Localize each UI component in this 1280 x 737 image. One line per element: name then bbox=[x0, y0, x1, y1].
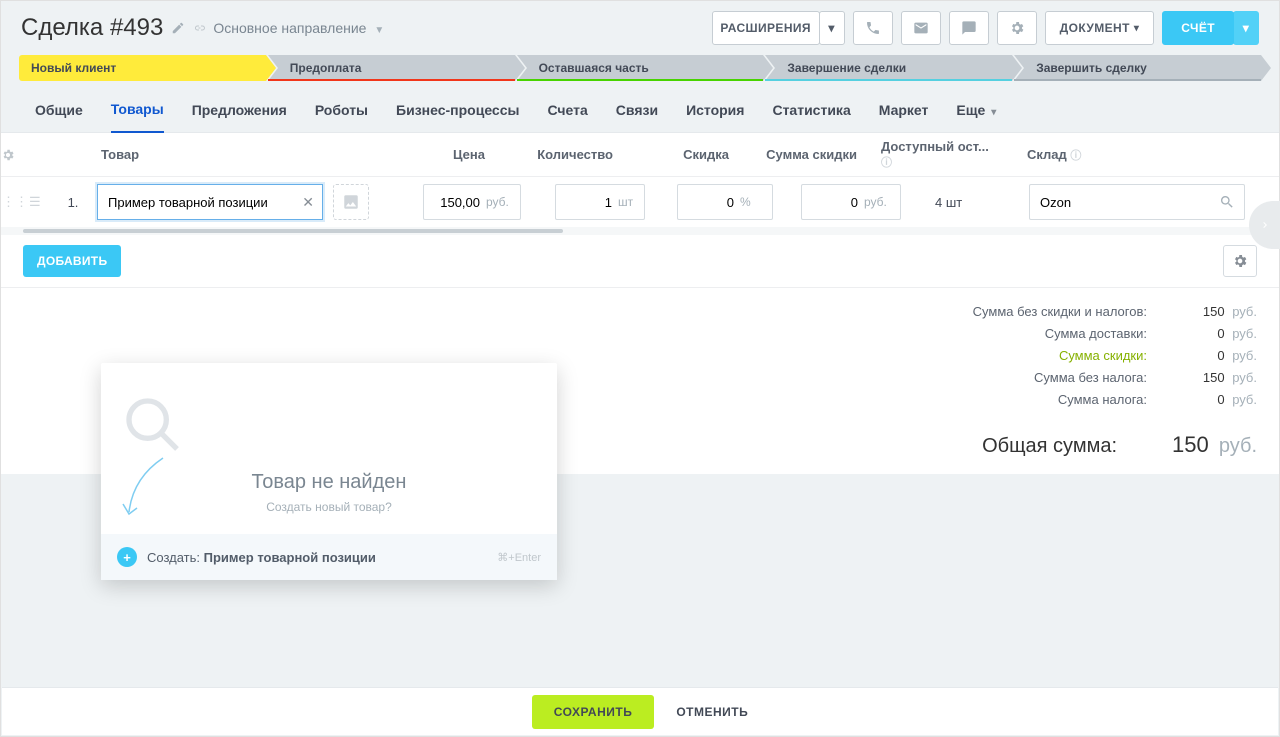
edit-title-icon[interactable] bbox=[171, 21, 185, 35]
chevron-down-icon: ▼ bbox=[374, 25, 384, 36]
document-button[interactable]: ДОКУМЕНТ ▾ bbox=[1045, 11, 1155, 45]
extensions-dropdown[interactable]: ▾ bbox=[819, 11, 845, 45]
th-store: Склад ⓘ bbox=[999, 147, 1217, 163]
th-avail: Доступный ост... ⓘ bbox=[881, 139, 999, 170]
th-price: Цена bbox=[365, 147, 513, 162]
search-icon[interactable] bbox=[1219, 194, 1235, 210]
tab[interactable]: Счета bbox=[547, 102, 587, 132]
drag-handle-icon[interactable]: ⋮⋮ bbox=[1, 194, 29, 210]
discount-sum-input[interactable] bbox=[802, 195, 862, 210]
discount-input-wrapper: % bbox=[677, 184, 773, 220]
tab[interactable]: История bbox=[686, 102, 744, 132]
tab[interactable]: Товары bbox=[111, 101, 164, 133]
tab[interactable]: Связи bbox=[616, 102, 658, 132]
chevron-down-icon: ▾ bbox=[991, 107, 996, 118]
save-button[interactable]: СОХРАНИТЬ bbox=[532, 695, 655, 729]
create-prompt: Создать новый товар? bbox=[121, 500, 537, 514]
discount-sum-input-wrapper: руб. bbox=[801, 184, 901, 220]
tab[interactable]: Маркет bbox=[879, 102, 929, 132]
table-settings-icon[interactable] bbox=[1223, 245, 1257, 277]
column-gear[interactable] bbox=[1, 148, 49, 162]
info-icon: ⓘ bbox=[881, 157, 892, 169]
create-label: Создать: bbox=[147, 550, 200, 565]
invoice-button[interactable]: СЧЁТ bbox=[1162, 11, 1234, 45]
discount-sum-currency: руб. bbox=[862, 195, 895, 209]
horizontal-scrollbar[interactable] bbox=[1, 227, 1279, 235]
page-title: Сделка #493 bbox=[21, 14, 163, 42]
product-input-wrapper: ✕ bbox=[97, 184, 323, 220]
cancel-button[interactable]: ОТМЕНИТЬ bbox=[676, 705, 748, 719]
grand-total-label: Общая сумма: bbox=[982, 435, 1117, 458]
table-header: Товар Цена Количество Скидка Сумма скидк… bbox=[1, 133, 1279, 177]
footer: СОХРАНИТЬ ОТМЕНИТЬ bbox=[2, 687, 1278, 735]
call-icon[interactable] bbox=[853, 11, 893, 45]
tab[interactable]: Общие bbox=[35, 102, 83, 132]
row-number: 1. bbox=[49, 195, 97, 210]
clear-icon[interactable]: ✕ bbox=[302, 194, 314, 211]
product-search-dropdown: Товар не найден Создать новый товар? + С… bbox=[101, 363, 557, 580]
info-icon: ⓘ bbox=[1070, 150, 1081, 162]
stages: Новый клиентПредоплатаОставшаяся частьЗа… bbox=[1, 55, 1279, 89]
content: Товар Цена Количество Скидка Сумма скидк… bbox=[1, 133, 1279, 474]
store-input-wrapper bbox=[1029, 184, 1245, 220]
qty-input[interactable] bbox=[556, 195, 616, 210]
table-row: ⋮⋮ ☰ 1. ✕ руб. шт % руб. 4 шт bbox=[1, 177, 1279, 227]
title-prefix: Сделка bbox=[21, 14, 103, 41]
tab-more[interactable]: Еще ▾ bbox=[956, 102, 996, 132]
add-row: ДОБАВИТЬ bbox=[1, 235, 1279, 287]
discount-input[interactable] bbox=[678, 195, 738, 210]
image-placeholder[interactable] bbox=[333, 184, 369, 220]
mail-icon[interactable] bbox=[901, 11, 941, 45]
th-discount-sum: Сумма скидки bbox=[751, 147, 881, 162]
list-icon[interactable]: ☰ bbox=[29, 194, 49, 210]
not-found-title: Товар не найден bbox=[121, 471, 537, 494]
store-input[interactable] bbox=[1040, 195, 1214, 210]
product-input[interactable] bbox=[108, 195, 292, 210]
qty-input-wrapper: шт bbox=[555, 184, 645, 220]
tab[interactable]: Предложения bbox=[192, 102, 287, 132]
tab[interactable]: Бизнес-процессы bbox=[396, 102, 519, 132]
stage[interactable]: Завершить сделку bbox=[1014, 55, 1261, 81]
create-name: Пример товарной позиции bbox=[204, 550, 376, 565]
th-product: Товар bbox=[97, 147, 365, 162]
price-currency: руб. bbox=[484, 195, 517, 209]
header-actions: РАСШИРЕНИЯ ▾ ДОКУМЕНТ ▾ СЧЁТ ▾ bbox=[712, 11, 1259, 45]
plus-icon: + bbox=[117, 547, 137, 567]
stage[interactable]: Оставшаяся часть bbox=[517, 55, 764, 81]
shortcut-hint: ⌘+Enter bbox=[497, 551, 541, 564]
header: Сделка #493 Основное направление ▼ РАСШИ… bbox=[1, 1, 1279, 55]
tabs: Общие Товары Предложения Роботы Бизнес-проце… bbox=[1, 89, 1279, 133]
totals-row: Сумма без скидки и налогов:150 руб. bbox=[23, 304, 1257, 326]
invoice-dropdown[interactable]: ▾ bbox=[1233, 11, 1259, 45]
th-qty: Количество bbox=[513, 147, 631, 162]
price-input[interactable] bbox=[424, 195, 484, 210]
totals-row: Сумма доставки:0 руб. bbox=[23, 326, 1257, 348]
chat-icon[interactable] bbox=[949, 11, 989, 45]
search-large-icon bbox=[121, 393, 537, 457]
breadcrumb[interactable]: Основное направление ▼ bbox=[213, 20, 384, 36]
stage[interactable]: Новый клиент bbox=[19, 55, 266, 81]
grand-total-value: 150 руб. bbox=[1117, 432, 1257, 458]
scrollbar-thumb[interactable] bbox=[23, 229, 563, 233]
qty-unit: шт bbox=[616, 195, 641, 209]
stage[interactable]: Предоплата bbox=[268, 55, 515, 81]
create-product-action[interactable]: + Создать: Пример товарной позиции ⌘+Ent… bbox=[101, 534, 557, 580]
discount-unit: % bbox=[738, 195, 759, 209]
add-button[interactable]: ДОБАВИТЬ bbox=[23, 245, 121, 277]
gear-icon[interactable] bbox=[997, 11, 1037, 45]
breadcrumb-link-icon bbox=[193, 22, 205, 34]
extensions-button[interactable]: РАСШИРЕНИЯ bbox=[712, 11, 820, 45]
stage[interactable]: Завершение сделки bbox=[765, 55, 1012, 81]
tab[interactable]: Роботы bbox=[315, 102, 368, 132]
available-stock: 4 шт bbox=[901, 195, 1019, 210]
price-input-wrapper: руб. bbox=[423, 184, 521, 220]
th-discount: Скидка bbox=[631, 147, 751, 162]
title-number: #493 bbox=[110, 14, 163, 41]
arrow-hint-icon bbox=[119, 454, 169, 524]
tab[interactable]: Статистика bbox=[772, 102, 850, 132]
